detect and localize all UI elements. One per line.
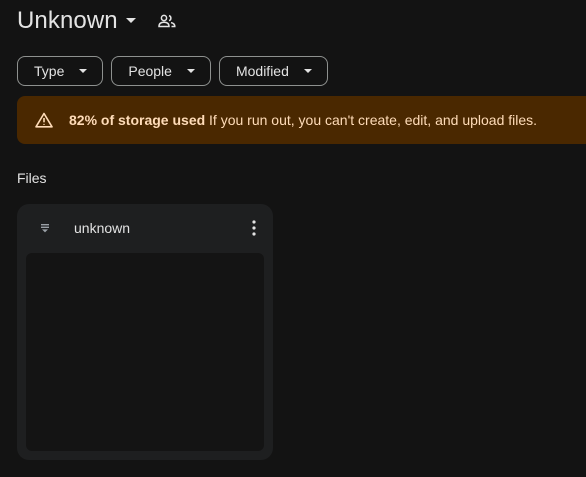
- chip-label: People: [128, 63, 172, 79]
- files-section-title: Files: [17, 170, 47, 186]
- storage-usage-percent: 82% of storage used: [69, 112, 206, 128]
- folder-title: Unknown: [17, 7, 118, 34]
- file-card[interactable]: unknown: [17, 204, 273, 460]
- folder-title-button[interactable]: Unknown: [17, 7, 138, 35]
- people-filter-chip[interactable]: People: [111, 56, 211, 86]
- folder-header: Unknown: [17, 6, 178, 36]
- storage-warning-text: 82% of storage used If you run out, you …: [69, 112, 537, 128]
- caret-down-icon: [303, 66, 313, 76]
- storage-warning-banner: 82% of storage used If you run out, you …: [17, 96, 586, 144]
- type-filter-chip[interactable]: Type: [17, 56, 104, 86]
- chip-label: Modified: [235, 63, 289, 79]
- warning-icon: [34, 110, 54, 130]
- caret-down-icon: [78, 66, 88, 76]
- caret-down-icon: [186, 66, 196, 76]
- file-thumbnail[interactable]: [26, 253, 264, 451]
- storage-warning-detail: If you run out, you can't create, edit, …: [209, 112, 538, 128]
- more-vert-icon[interactable]: [249, 218, 259, 238]
- doc-lines-icon: [38, 221, 52, 235]
- file-name: unknown: [74, 220, 131, 236]
- drive-folder-view: Unknown Type People Modified 82% of stor…: [0, 0, 586, 477]
- people-icon[interactable]: [156, 10, 178, 32]
- caret-down-icon: [124, 14, 138, 28]
- filter-bar: Type People Modified: [17, 56, 328, 86]
- modified-filter-chip[interactable]: Modified: [218, 56, 328, 86]
- chip-label: Type: [34, 63, 65, 79]
- file-card-header: unknown: [17, 204, 273, 252]
